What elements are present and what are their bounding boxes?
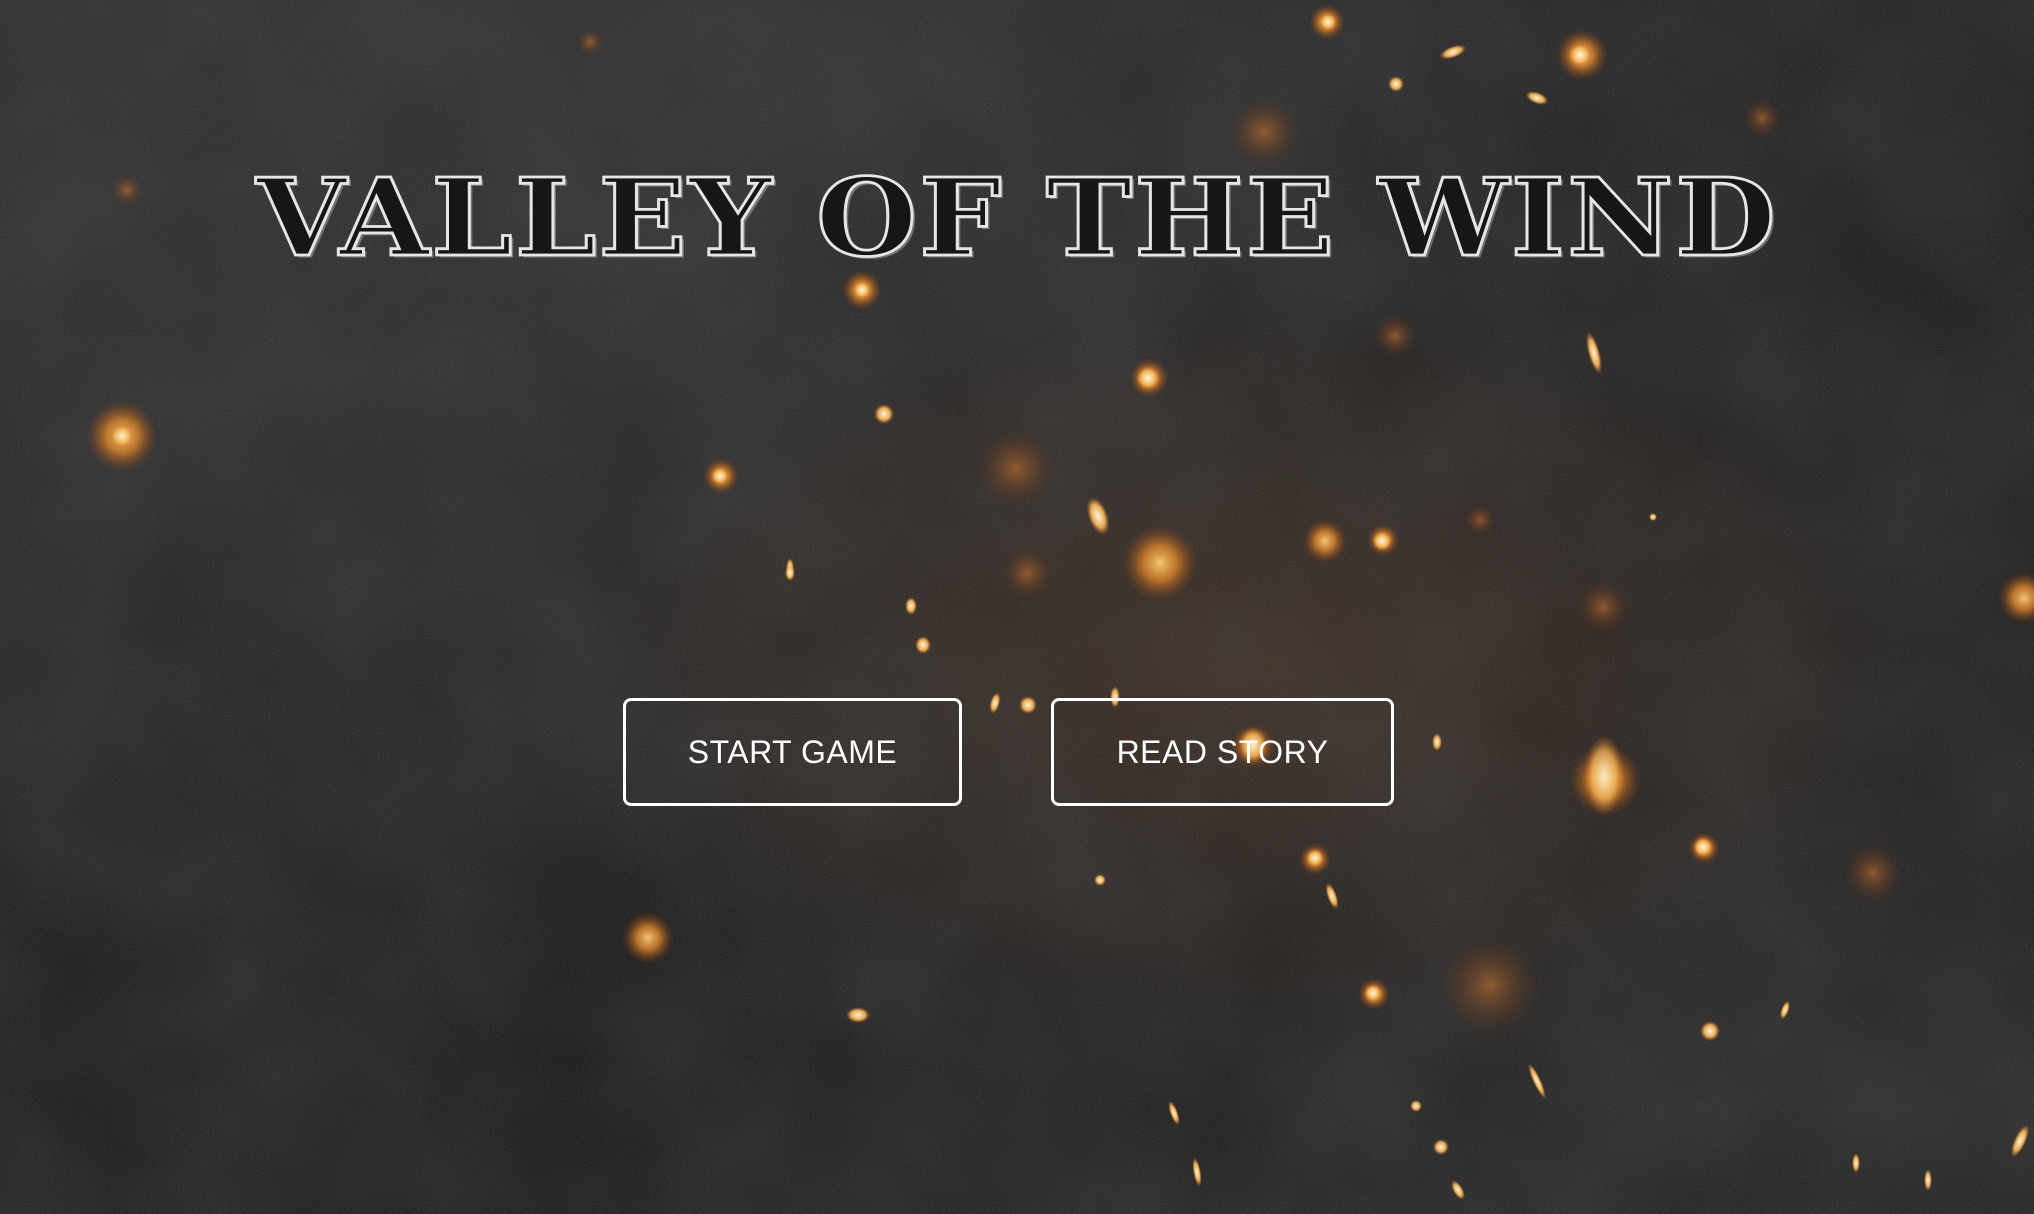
- game-title: VALLEY OF THE WIND: [255, 154, 1778, 282]
- read-story-button[interactable]: READ STORY: [1051, 698, 1394, 806]
- title-screen: VALLEY OF THE WIND START GAME READ STORY: [0, 0, 2034, 1214]
- main-menu: START GAME READ STORY: [0, 698, 2034, 806]
- start-game-button[interactable]: START GAME: [623, 698, 962, 806]
